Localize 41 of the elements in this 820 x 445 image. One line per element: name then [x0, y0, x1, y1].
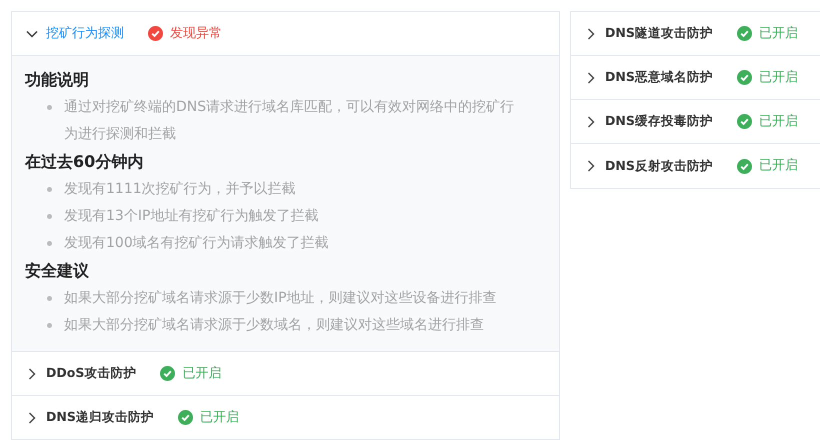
panel-title: DNS隧道攻击防护 [605, 24, 713, 42]
panel-title: DNS缓存投毒防护 [605, 112, 713, 130]
panel-title: DDoS攻击防护 [46, 364, 136, 382]
status-label: 已开启 [182, 364, 222, 383]
chevron-right-icon [26, 368, 38, 380]
chevron-right-icon [585, 116, 597, 128]
list-item: 如果大部分挖矿域名请求源于少数IP地址，则建议对这些设备进行排查 [64, 289, 497, 308]
bullet-icon [47, 105, 52, 110]
section-heading: 安全建议 [25, 260, 90, 282]
list-item: 通过对挖矿终端的DNS请求进行域名库匹配，可以有效对网络中的挖矿行为进行探测和拦截 [64, 98, 516, 144]
panel-header[interactable]: DNS恶意域名防护 已开启 [571, 56, 820, 100]
section-heading: 在过去60分钟内 [25, 151, 144, 173]
panel-header[interactable]: DNS缓存投毒防护 已开启 [571, 100, 820, 144]
status-label: 已开启 [758, 112, 798, 131]
panel-title: DNS递归攻击防护 [46, 408, 154, 426]
list-item: 发现有1111次挖矿行为，并予以拦截 [64, 180, 296, 199]
list-item: 发现有13个IP地址有挖矿行为触发了拦截 [64, 207, 318, 226]
section-heading: 功能说明 [25, 69, 90, 91]
bullet-icon [47, 187, 52, 192]
status-label: 已开启 [758, 24, 798, 43]
chevron-right-icon [585, 28, 597, 40]
panel-title: 挖矿行为探测 [46, 24, 124, 43]
panel-header[interactable]: DNS隧道攻击防护 已开启 [571, 12, 820, 56]
status-label: 发现异常 [170, 24, 222, 43]
bullet-icon [47, 296, 52, 301]
bullet-icon [47, 323, 52, 328]
list-item: 如果大部分挖矿域名请求源于少数域名，则建议对这些域名进行排查 [64, 316, 484, 335]
bullet-icon [47, 214, 52, 219]
panel-title: DNS恶意域名防护 [605, 68, 713, 86]
status-label: 已开启 [200, 408, 239, 427]
status-label: 已开启 [758, 157, 798, 176]
panel-header[interactable]: DNS递归攻击防护 已开启 [12, 396, 559, 440]
chevron-right-icon [26, 412, 38, 424]
panel-header[interactable]: DNS反射攻击防护 已开启 [571, 144, 820, 188]
chevron-right-icon [585, 72, 597, 84]
status-label: 已开启 [758, 68, 798, 87]
bullet-icon [47, 241, 52, 246]
panel-title: DNS反射攻击防护 [605, 156, 713, 175]
panel-header[interactable]: DDoS攻击防护 已开启 [12, 352, 559, 396]
list-item: 发现有100域名有挖矿行为请求触发了拦截 [64, 234, 329, 253]
chevron-right-icon [585, 160, 597, 172]
